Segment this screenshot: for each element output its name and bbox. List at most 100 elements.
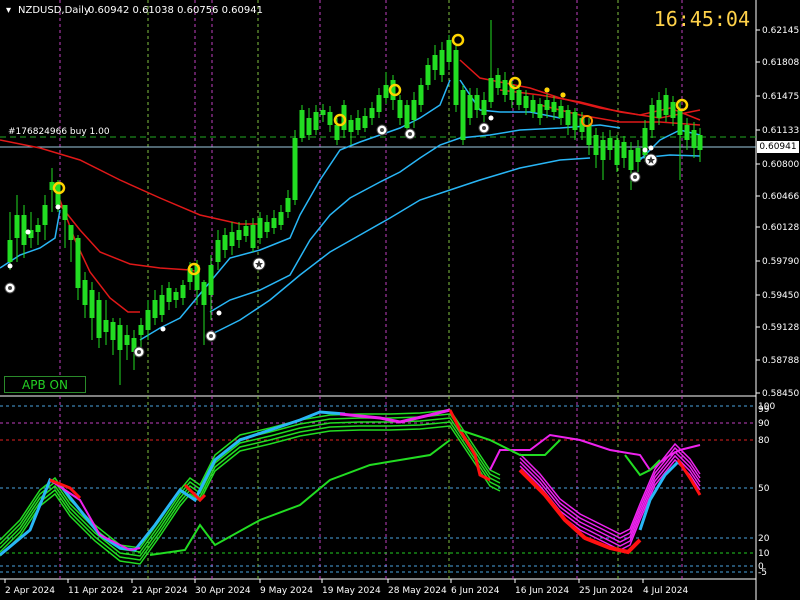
date-tick-label: 16 Jun 2024	[515, 586, 569, 596]
candle-body	[96, 300, 102, 338]
price-tick-label: 0.59790	[762, 257, 799, 267]
candle-body	[334, 125, 340, 140]
candle-body	[565, 110, 571, 125]
candle-body	[110, 322, 116, 340]
dot-marker	[642, 147, 648, 153]
candle-body	[320, 110, 326, 115]
triangle-down-icon[interactable]: ▾	[6, 5, 11, 16]
candle-body	[649, 105, 655, 130]
candle-body	[62, 205, 68, 220]
dot-marker	[488, 115, 494, 121]
candle-body	[446, 40, 452, 62]
candle-body	[124, 335, 130, 345]
candle-body	[348, 120, 354, 132]
exit-circle-icon	[408, 132, 412, 136]
candle-body	[159, 295, 165, 315]
candle-body	[313, 112, 319, 130]
dot-marker	[648, 145, 654, 151]
candle-body	[663, 95, 669, 115]
candle-body	[236, 230, 242, 240]
candle-body	[383, 85, 389, 98]
candle-body	[75, 238, 81, 288]
dot-marker	[7, 263, 13, 269]
candle-body	[516, 90, 522, 105]
candle-body	[152, 300, 158, 318]
price-tick-label: 0.62145	[762, 26, 799, 36]
candle-body	[201, 282, 207, 305]
price-tick-label: 0.61475	[762, 92, 799, 102]
price-tick-label: 0.61808	[762, 58, 799, 68]
date-tick-label: 21 Apr 2024	[132, 586, 188, 596]
candle-body	[488, 78, 494, 102]
candle-body	[327, 112, 333, 125]
symbol-label: NZDUSD,Daily	[18, 5, 90, 16]
candle-body	[697, 135, 703, 150]
candle-body	[467, 95, 473, 118]
candle-body	[621, 142, 627, 158]
candle-body	[103, 320, 109, 332]
candle-body	[117, 325, 123, 350]
date-tick-label: 9 May 2024	[260, 586, 313, 596]
date-tick-label: 4 Jul 2024	[643, 586, 688, 596]
trading-chart[interactable]: ▾ NZDUSD,Daily 0.60942 0.61038 0.60756 0…	[0, 0, 800, 600]
exit-circle-icon	[137, 350, 141, 354]
price-tick-label: 0.59450	[762, 291, 799, 301]
candle-body	[285, 198, 291, 212]
candle-body	[656, 100, 662, 118]
candle-body	[600, 140, 606, 160]
date-tick-label: 25 Jun 2024	[579, 586, 633, 596]
candle-body	[138, 325, 144, 335]
candle-body	[460, 90, 466, 140]
candle-body	[180, 285, 186, 298]
candle-body	[593, 135, 599, 155]
candle-body	[607, 138, 613, 150]
exit-circle-icon	[633, 175, 637, 179]
date-tick-label: 2 Apr 2024	[5, 586, 55, 596]
date-tick-label: 28 May 2024	[388, 586, 447, 596]
candle-body	[628, 150, 634, 170]
candle-body	[614, 140, 620, 165]
candle-body	[404, 105, 410, 128]
candle-body	[355, 118, 361, 130]
candle-body	[215, 240, 221, 262]
candle-body	[292, 138, 298, 200]
dot-marker-yellow	[560, 92, 566, 98]
candle-body	[530, 100, 536, 112]
osc-tick-label: 99	[758, 405, 770, 415]
candle-body	[243, 226, 249, 236]
candle-body	[439, 50, 445, 75]
date-tick-label: 6 Jun 2024	[451, 586, 500, 596]
candle-body	[35, 225, 41, 232]
candle-body	[684, 125, 690, 140]
price-tick-label: 0.58788	[762, 356, 799, 366]
candle-body	[425, 65, 431, 85]
ohlc-values: 0.60942 0.61038 0.60756 0.60941	[88, 5, 263, 16]
candle-body	[278, 212, 284, 225]
candle-body	[481, 100, 487, 115]
candle-body	[523, 96, 529, 108]
osc-tick-label: -5	[758, 568, 767, 578]
price-tick-label: 0.60128	[762, 223, 799, 233]
candle-body	[537, 104, 543, 118]
candle-body	[558, 106, 564, 118]
candle-body	[299, 110, 305, 138]
price-tick-label: 0.59128	[762, 323, 799, 333]
candle-body	[21, 215, 27, 245]
candle-body	[166, 288, 172, 302]
order-label: #176824966 buy 1.00	[8, 127, 110, 137]
osc-tick-label: 20	[758, 534, 770, 544]
candle-body	[418, 85, 424, 105]
apb-toggle-button[interactable]: APB ON	[4, 376, 86, 393]
dot-marker	[25, 229, 31, 235]
candle-body	[551, 102, 557, 112]
candle-body	[82, 280, 88, 305]
candle-body	[586, 125, 592, 145]
date-tick-label: 30 Apr 2024	[195, 586, 251, 596]
candle-body	[306, 118, 312, 135]
candle-body	[495, 75, 501, 88]
candle-body	[411, 100, 417, 120]
candle-body	[271, 218, 277, 228]
price-tick-label: 0.60466	[762, 192, 799, 202]
candle-body	[677, 110, 683, 135]
candle-body	[42, 205, 48, 225]
